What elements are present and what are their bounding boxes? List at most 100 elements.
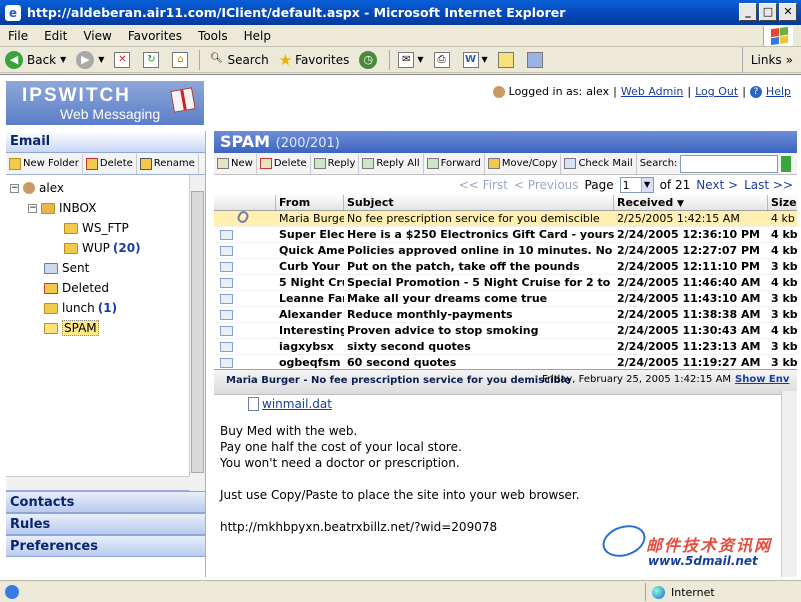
- reply-all-button[interactable]: Reply All: [359, 153, 424, 174]
- globe-logo-icon: [598, 519, 650, 563]
- tree-item-spam[interactable]: SPAM: [44, 319, 99, 337]
- search-go-button[interactable]: [781, 155, 792, 172]
- tree-item-alex[interactable]: − alex: [10, 179, 64, 197]
- next-page-link[interactable]: Next >: [696, 178, 738, 192]
- attachment-link[interactable]: winmail.dat: [262, 397, 332, 411]
- folder-count: (200/201): [275, 136, 340, 151]
- search-button[interactable]: 🔍︎ Search: [203, 49, 273, 71]
- nav-email[interactable]: Email: [6, 131, 205, 153]
- message-row[interactable]: Alexander H Reduce monthly-payments 2/24…: [214, 307, 797, 323]
- reply-button[interactable]: Reply: [311, 153, 360, 174]
- back-button[interactable]: ◀ Back ▼: [0, 49, 71, 71]
- edit-button[interactable]: W ▼: [458, 49, 493, 71]
- new-message-button[interactable]: New: [214, 153, 257, 174]
- chevron-down-icon: ▼: [417, 55, 424, 64]
- discuss-button[interactable]: [493, 49, 522, 71]
- help-link[interactable]: Help: [766, 85, 791, 98]
- tree-item-deleted[interactable]: Deleted: [44, 279, 109, 297]
- first-page-link[interactable]: << First: [459, 178, 508, 192]
- delete-message-button[interactable]: Delete: [257, 153, 311, 174]
- menu-view[interactable]: View: [75, 29, 119, 43]
- windows-flag-icon: [763, 26, 793, 46]
- history-button[interactable]: ◷: [354, 49, 386, 71]
- deleted-folder-icon: [44, 282, 58, 294]
- message-row[interactable]: Super Electr Here is a $250 Electronics …: [214, 227, 797, 243]
- refresh-icon: ↻: [143, 51, 160, 68]
- envelope-icon: [220, 358, 233, 368]
- search-input[interactable]: [680, 154, 779, 173]
- column-subject[interactable]: Subject: [344, 195, 614, 210]
- tree-item-wup[interactable]: WUP (20): [64, 239, 141, 257]
- minimize-button[interactable]: _: [739, 3, 757, 21]
- show-envelope-link[interactable]: Show Env: [735, 374, 789, 385]
- rename-folder-button[interactable]: Rename: [137, 153, 199, 174]
- column-icons[interactable]: [214, 195, 276, 210]
- links-button[interactable]: Links»: [741, 47, 801, 73]
- site-watermark: 邮件技术资讯网 www.5dmail.net: [598, 519, 790, 580]
- last-page-link[interactable]: Last >>: [744, 178, 793, 192]
- forward-button[interactable]: Forward: [424, 153, 485, 174]
- envelope-icon: [220, 230, 233, 240]
- gift-icon: [170, 87, 196, 113]
- message-row[interactable]: Maria Burger No fee prescription service…: [214, 211, 797, 227]
- file-icon: [248, 397, 259, 411]
- folder-tree-scrollbar[interactable]: [189, 175, 205, 491]
- web-admin-link[interactable]: Web Admin: [621, 85, 684, 98]
- message-row[interactable]: iagxybsx sixty second quotes 2/24/2005 1…: [214, 339, 797, 355]
- attachment-row: winmail.dat: [214, 395, 797, 413]
- new-folder-button[interactable]: New Folder: [6, 153, 83, 174]
- folder-icon: [44, 302, 58, 314]
- refresh-button[interactable]: ↻: [138, 49, 167, 71]
- tree-item-sent[interactable]: Sent: [44, 259, 89, 277]
- column-received[interactable]: Received ▼: [614, 195, 768, 210]
- check-mail-button[interactable]: Check Mail: [561, 153, 637, 174]
- maximize-button[interactable]: □: [759, 3, 777, 21]
- close-button[interactable]: ✕: [779, 3, 797, 21]
- mail-button[interactable]: ✉ ▼: [393, 49, 428, 71]
- favorites-button[interactable]: ★ Favorites: [274, 49, 355, 71]
- browser-toolbar: ◀ Back ▼ ▶ ▼ ✕ ↻ ⌂ 🔍︎ Search ★ Favorites…: [0, 47, 801, 73]
- forward-button[interactable]: ▶ ▼: [71, 49, 109, 71]
- move-copy-button[interactable]: Move/Copy: [485, 153, 562, 174]
- menu-edit[interactable]: Edit: [36, 29, 75, 43]
- print-button[interactable]: ⎙: [429, 49, 458, 71]
- message-row[interactable]: Curb Your C Put on the patch, take off t…: [214, 259, 797, 275]
- note-icon: [497, 51, 514, 68]
- column-size[interactable]: Size: [768, 195, 797, 210]
- logout-link[interactable]: Log Out: [695, 85, 738, 98]
- menu-tools[interactable]: Tools: [190, 29, 236, 43]
- tree-item-inbox[interactable]: − INBOX: [28, 199, 96, 217]
- tree-item-ws-ftp[interactable]: WS_FTP: [64, 219, 129, 237]
- pager: << First < Previous Page 1 ▼ of 21 Next >…: [214, 175, 797, 195]
- message-row[interactable]: ogbeqfsm 60 second quotes 2/24/2005 11:1…: [214, 355, 797, 369]
- message-row[interactable]: 5 Night Cru Special Promotion - 5 Night …: [214, 275, 797, 291]
- message-row[interactable]: Interesting Proven advice to stop smokin…: [214, 323, 797, 339]
- menu-help[interactable]: Help: [236, 29, 279, 43]
- menu-favorites[interactable]: Favorites: [120, 29, 190, 43]
- chevron-down-icon: ▼: [481, 55, 488, 64]
- ie-icon: e: [5, 4, 21, 21]
- chevron-down-icon: ▼: [60, 55, 67, 64]
- menu-file[interactable]: File: [0, 29, 36, 43]
- folder-tree-hscrollbar[interactable]: [6, 476, 190, 490]
- previous-page-link[interactable]: < Previous: [514, 178, 579, 192]
- nav-contacts[interactable]: Contacts: [6, 491, 205, 513]
- security-zone: Internet: [645, 583, 796, 601]
- collapse-icon[interactable]: −: [10, 183, 19, 193]
- message-row[interactable]: Leanne Farr Make all your dreams come tr…: [214, 291, 797, 307]
- stop-button[interactable]: ✕: [109, 49, 138, 71]
- messenger-button[interactable]: [522, 49, 551, 71]
- home-icon: ⌂: [172, 51, 189, 68]
- message-row[interactable]: Quick Amer Policies approved online in 1…: [214, 243, 797, 259]
- collapse-icon[interactable]: −: [28, 203, 37, 213]
- envelope-icon: [220, 294, 233, 304]
- nav-preferences[interactable]: Preferences: [6, 535, 205, 557]
- nav-rules[interactable]: Rules: [6, 513, 205, 535]
- column-from[interactable]: From: [276, 195, 344, 210]
- tree-item-lunch[interactable]: lunch (1): [44, 299, 117, 317]
- page-select[interactable]: 1 ▼: [619, 177, 654, 193]
- forward-icon: [426, 158, 439, 169]
- chevron-right-icon: »: [785, 53, 793, 67]
- delete-folder-button[interactable]: Delete: [83, 153, 137, 174]
- home-button[interactable]: ⌂: [167, 49, 196, 71]
